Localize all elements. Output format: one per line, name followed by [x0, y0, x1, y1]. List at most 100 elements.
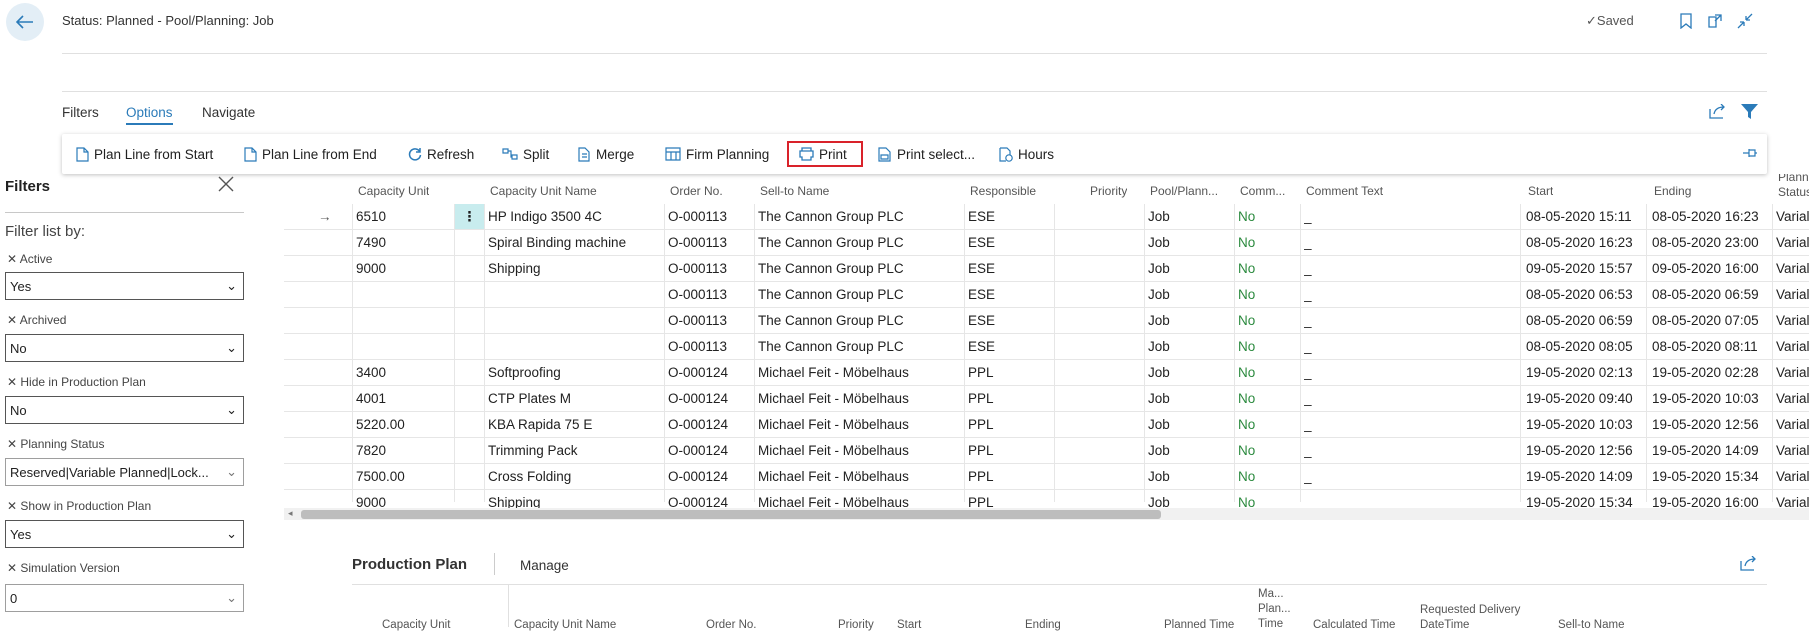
bookmark-button[interactable] [1676, 11, 1696, 31]
production-plan-title: Production Plan [352, 556, 468, 573]
remove-filter-icon[interactable]: ✕ [7, 561, 20, 575]
pp-header-calculated-time[interactable]: Calculated Time [1313, 618, 1395, 633]
filter-label-active[interactable]: ✕ Active [7, 252, 52, 266]
filter-active-select[interactable]: Yes ⌄ [5, 272, 244, 300]
table-row[interactable]: 4001 CTP Plates M O-000124 Michael Feit - M… [284, 386, 1809, 412]
table-row[interactable]: → ⋮ 6510 HP Indigo 3500 4C O-000113 The Canno… [284, 204, 1809, 230]
remove-filter-icon[interactable]: ✕ [7, 437, 20, 451]
collapse-button[interactable] [1735, 11, 1755, 31]
production-plan-manage-tab[interactable]: Manage [520, 558, 569, 573]
printer-icon [799, 147, 814, 161]
cell-comment[interactable]: No [1238, 235, 1255, 250]
remove-filter-icon[interactable]: ✕ [7, 252, 20, 266]
filters-pane-close-button[interactable] [217, 175, 237, 195]
cell-responsible: PPL [968, 495, 994, 508]
table-row[interactable]: O-000113 The Cannon Group PLC ESE Job No _ 08-… [284, 334, 1809, 360]
pp-header-ma-plan-time[interactable]: Ma... Plan... Time [1258, 587, 1291, 632]
production-plan-share-button[interactable] [1738, 553, 1758, 573]
plan-line-from-end-button[interactable]: Plan Line from End [244, 144, 377, 164]
column-header-capacity-unit-name[interactable]: Capacity Unit Name [490, 184, 597, 198]
filter-label-archived[interactable]: ✕ Archived [7, 313, 66, 327]
print-select-button[interactable]: Print select... [877, 144, 975, 164]
table-row[interactable]: O-000113 The Cannon Group PLC ESE Job No _ 08-… [284, 308, 1809, 334]
table-row[interactable]: 5220.00 KBA Rapida 75 E O-000124 Michael Fe… [284, 412, 1809, 438]
table-row[interactable]: 3400 Softproofing O-000124 Michael Feit - M… [284, 360, 1809, 386]
split-button[interactable]: Split [502, 144, 549, 164]
pp-header-capacity-unit-name[interactable]: Capacity Unit Name [514, 618, 616, 633]
column-header-planning-status[interactable]: Planni...Status [1778, 174, 1809, 200]
refresh-button[interactable]: Refresh [408, 144, 474, 164]
cell-comment[interactable]: No [1238, 339, 1255, 354]
remove-filter-icon[interactable]: ✕ [7, 313, 20, 327]
column-header-sell-to-name[interactable]: Sell-to Name [760, 184, 829, 198]
filter-toggle-button[interactable] [1739, 101, 1759, 121]
cell-comment[interactable]: No [1238, 495, 1255, 508]
row-menu-icon[interactable]: ⋮ [455, 204, 484, 229]
pp-header-capacity-unit[interactable]: Capacity Unit [382, 618, 450, 633]
remove-filter-icon[interactable]: ✕ [7, 499, 20, 513]
filter-label-simulation-version[interactable]: ✕ Simulation Version [7, 561, 120, 575]
hours-button[interactable]: Hours [998, 144, 1054, 164]
table-row[interactable]: 7500.00 Cross Folding O-000124 Michael Feit… [284, 464, 1809, 490]
column-header-capacity-unit[interactable]: Capacity Unit [358, 184, 429, 198]
column-header-pool-planning[interactable]: Pool/Plann... [1150, 184, 1230, 198]
scroll-left-icon[interactable]: ◂ [288, 508, 293, 519]
cell-comment[interactable]: No [1238, 313, 1255, 328]
cell-comment[interactable]: No [1238, 469, 1255, 484]
tab-options[interactable]: Options [126, 105, 173, 125]
pp-header-order-no[interactable]: Order No. [706, 618, 757, 633]
tab-navigate[interactable]: Navigate [202, 105, 255, 120]
table-row[interactable]: 9000 Shipping O-000113 The Cannon Group PLC… [284, 256, 1809, 282]
filter-archived-select[interactable]: No ⌄ [5, 334, 244, 362]
pp-header-planned-time[interactable]: Planned Time [1164, 618, 1234, 633]
cell-comment[interactable]: No [1238, 209, 1255, 224]
cell-start: 09-05-2020 15:57 [1526, 261, 1633, 276]
cell-comment[interactable]: No [1238, 443, 1255, 458]
cell-comment[interactable]: No [1238, 287, 1255, 302]
pp-header-requested-delivery[interactable]: Requested Delivery DateTime [1420, 603, 1520, 633]
cell-comment[interactable]: No [1238, 391, 1255, 406]
merge-button[interactable]: Merge [577, 144, 634, 164]
filter-show-in-production-plan-select[interactable]: Yes ⌄ [5, 520, 244, 548]
pp-header-sell-to-name[interactable]: Sell-to Name [1558, 618, 1624, 633]
filters-pane-title: Filters [5, 178, 51, 195]
cell-capacity-unit-name: CTP Plates M [488, 391, 572, 406]
cell-comment[interactable]: No [1238, 261, 1255, 276]
column-header-priority[interactable]: Priority [1090, 184, 1127, 198]
column-header-responsible[interactable]: Responsible [970, 184, 1036, 198]
print-button[interactable]: Print [799, 144, 847, 164]
filter-simulation-version-select[interactable]: 0 ⌄ [5, 584, 244, 612]
tab-filters[interactable]: Filters [62, 105, 99, 120]
cell-comment[interactable]: No [1238, 365, 1255, 380]
pp-header-ending[interactable]: Ending [1025, 618, 1061, 633]
open-new-window-button[interactable] [1705, 11, 1725, 31]
plan-line-from-start-button[interactable]: Plan Line from Start [76, 144, 213, 164]
production-plan-column-divider [508, 585, 509, 627]
remove-filter-icon[interactable]: ✕ [7, 375, 20, 389]
pp-header-start[interactable]: Start [897, 618, 921, 633]
column-header-comment[interactable]: Comm... [1240, 184, 1298, 198]
column-header-ending[interactable]: Ending [1654, 184, 1691, 198]
table-row[interactable]: 9000 Shipping O-000124 Michael Feit - Möbel… [284, 490, 1809, 508]
back-button[interactable] [6, 3, 44, 41]
filter-hide-in-production-plan-select[interactable]: No ⌄ [5, 396, 244, 424]
cell-comment[interactable]: No [1238, 417, 1255, 432]
column-header-order-no[interactable]: Order No. [670, 184, 723, 198]
share-icon [1739, 555, 1756, 571]
cell-planning-status: Varial [1776, 261, 1809, 276]
pp-header-priority[interactable]: Priority [838, 618, 874, 633]
firm-planning-button[interactable]: Firm Planning [665, 144, 769, 164]
filter-planning-status-select[interactable]: Reserved|Variable Planned|Lock... ⌄ [5, 458, 244, 486]
filter-label-show-in-production-plan[interactable]: ✕ Show in Production Plan [7, 499, 151, 513]
pin-button[interactable] [1742, 147, 1758, 162]
share-button[interactable] [1707, 101, 1727, 121]
cell-planning-status: Varial [1776, 365, 1809, 380]
filter-label-hide-in-production-plan[interactable]: ✕ Hide in Production Plan [7, 375, 146, 389]
column-header-comment-text[interactable]: Comment Text [1306, 184, 1383, 198]
filter-label-planning-status[interactable]: ✕ Planning Status [7, 437, 104, 451]
table-row[interactable]: O-000113 The Cannon Group PLC ESE Job No _ 08-… [284, 282, 1809, 308]
column-header-start[interactable]: Start [1528, 184, 1553, 198]
scrollbar-thumb[interactable] [301, 510, 1161, 519]
table-row[interactable]: 7490 Spiral Binding machine O-000113 The Ca… [284, 230, 1809, 256]
table-row[interactable]: 7820 Trimming Pack O-000124 Michael Feit - … [284, 438, 1809, 464]
